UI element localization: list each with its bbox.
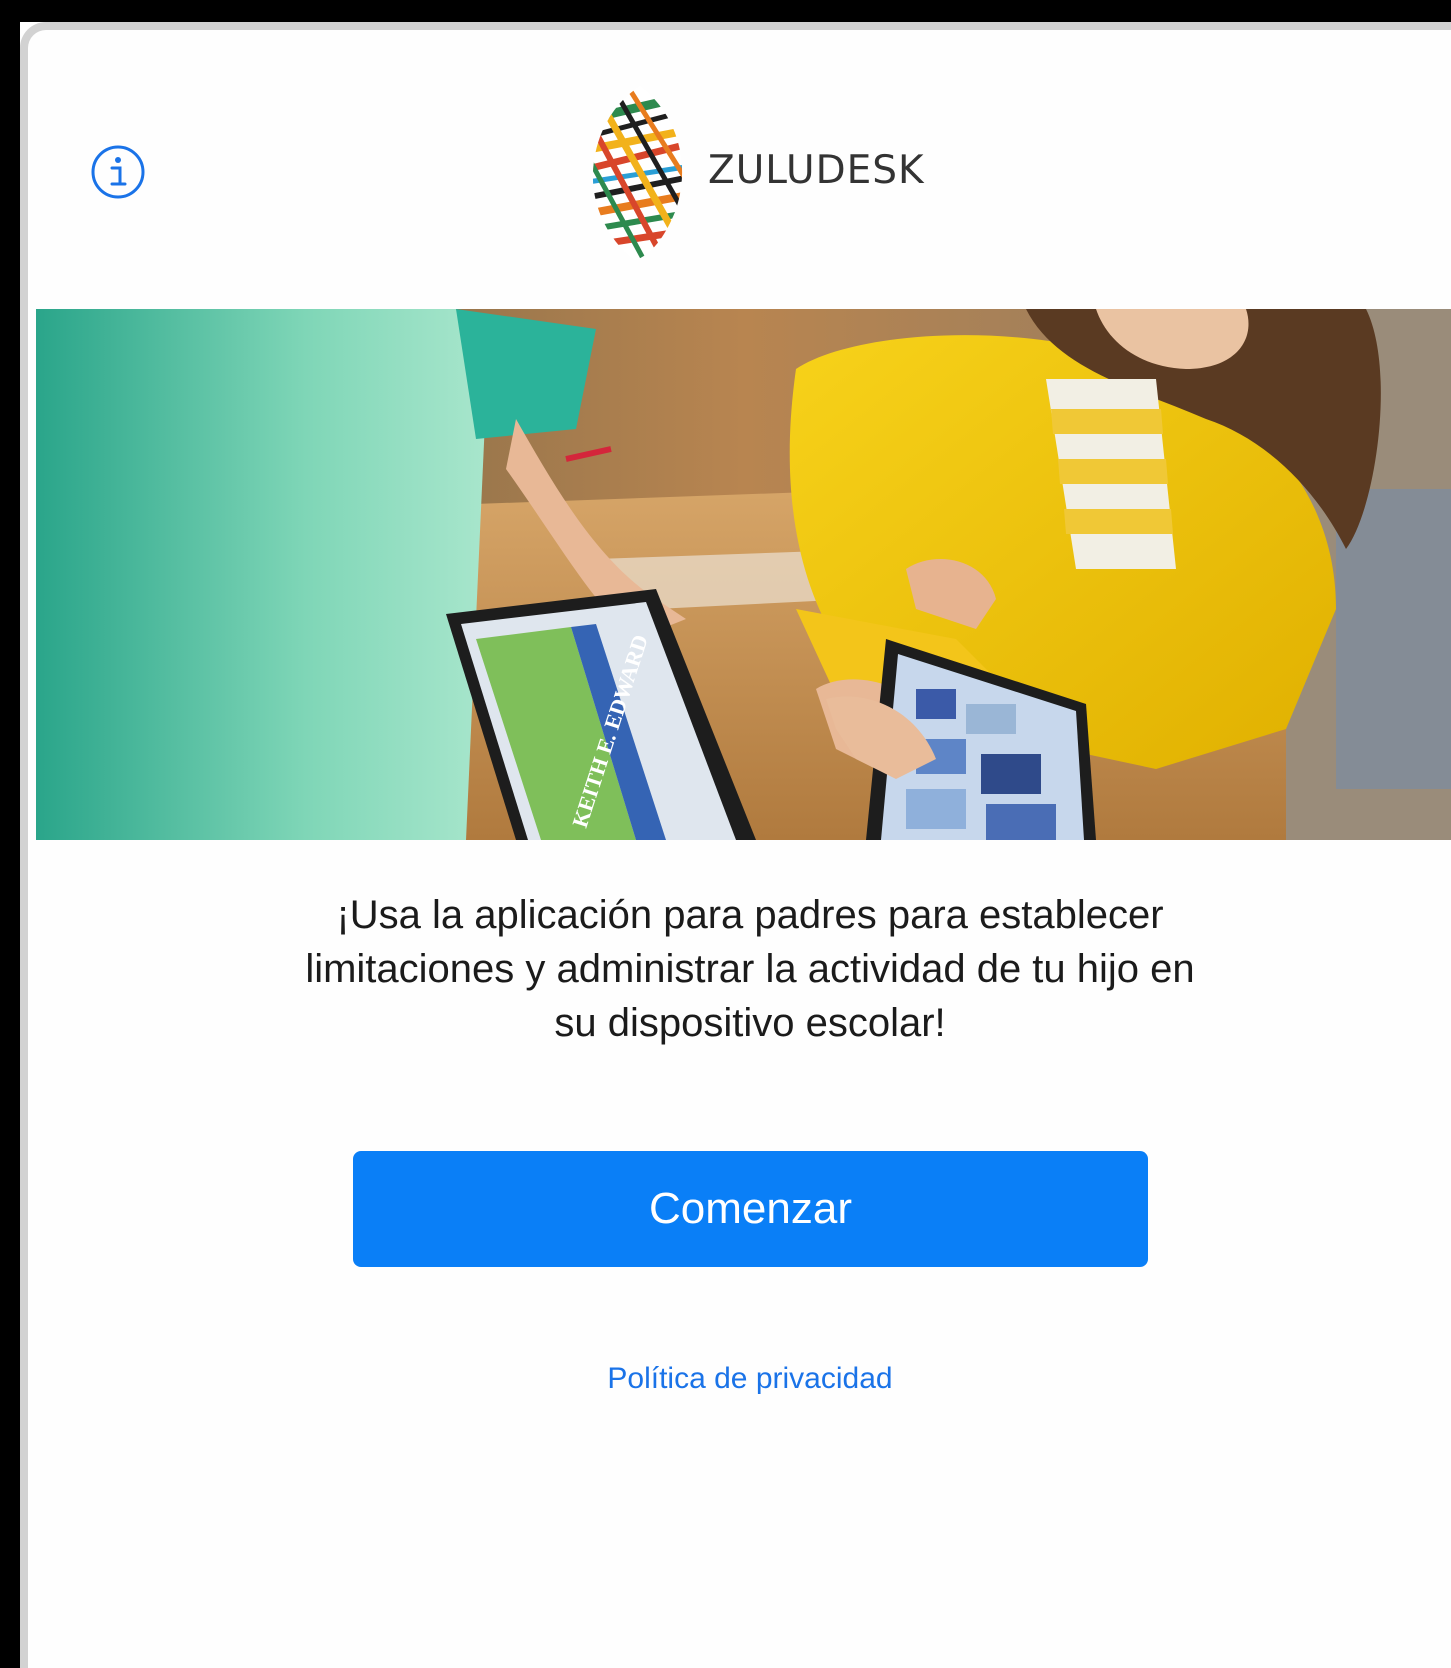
info-circle-icon bbox=[91, 145, 145, 199]
info-button[interactable] bbox=[90, 144, 146, 200]
privacy-policy-link[interactable]: Política de privacidad bbox=[500, 1362, 1000, 1396]
welcome-message: ¡Usa la aplicación para padres para esta… bbox=[305, 893, 1195, 1045]
zuludesk-emblem-icon bbox=[592, 86, 683, 260]
welcome-card bbox=[20, 22, 1451, 1668]
screen-border-top bbox=[0, 0, 1451, 22]
screen-border-left bbox=[0, 0, 20, 1668]
children-tablet-illustration: KEITH E. EDWARD bbox=[36, 309, 1451, 840]
start-button[interactable]: Comenzar bbox=[353, 1151, 1148, 1267]
brand-wordmark: ZULUDESK bbox=[708, 148, 925, 193]
hero-photo: KEITH E. EDWARD bbox=[36, 309, 1451, 840]
app-frame: ZULUDESK KEITH E. EDWARD ¡Usa la aplicac… bbox=[0, 0, 1451, 1668]
